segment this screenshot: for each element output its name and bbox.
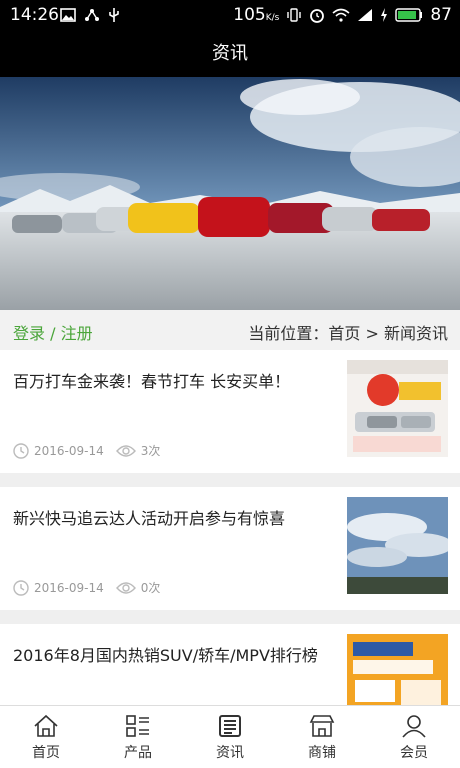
tab-home[interactable]: 首页 xyxy=(0,706,92,768)
clock-icon xyxy=(13,579,29,596)
tab-label: 资讯 xyxy=(216,745,244,761)
tab-label: 产品 xyxy=(124,745,152,761)
news-thumbnail[interactable] xyxy=(347,497,448,594)
bottom-tab-bar: 首页 产品 资讯 商铺 会员 xyxy=(0,705,460,768)
alarm-icon xyxy=(310,9,325,23)
cellular-signal-icon xyxy=(358,9,373,21)
battery-icon xyxy=(395,8,423,22)
news-thumbnail[interactable] xyxy=(347,360,448,457)
home-icon xyxy=(34,714,58,737)
sky-clouds-image xyxy=(347,497,448,594)
page-title: 资讯 xyxy=(212,43,248,64)
tab-news[interactable]: 资讯 xyxy=(184,706,276,768)
status-bar: 14:26 105K/s 87 xyxy=(0,0,460,30)
news-title[interactable]: 百万打车金来袭！春节打车 长安买单！ xyxy=(13,369,333,395)
tab-products[interactable]: 产品 xyxy=(92,706,184,768)
news-icon xyxy=(219,715,241,737)
banner-car-lineup-image xyxy=(0,77,460,310)
wifi-icon xyxy=(332,8,350,22)
banner-image[interactable] xyxy=(0,77,460,310)
product-list-icon xyxy=(126,715,149,737)
list-item[interactable]: 新兴快马追云达人活动开启参与有惊喜 2016-09-14 0次 xyxy=(0,487,460,610)
tab-label: 首页 xyxy=(32,745,60,761)
breadcrumb: 当前位置：首页 > 新闻资讯 xyxy=(248,324,448,343)
member-icon xyxy=(402,715,426,738)
tab-label: 商铺 xyxy=(308,745,336,761)
eye-icon xyxy=(115,581,136,594)
clock-icon xyxy=(13,442,29,459)
news-date: 2016-09-14 xyxy=(34,580,104,595)
tab-label: 会员 xyxy=(400,745,428,761)
charging-icon xyxy=(381,8,388,22)
login-register-link[interactable]: 登录 / 注册 xyxy=(13,320,93,344)
news-list: 百万打车金来袭！春节打车 长安买单！ 2016-09-14 3次 新兴快马追云达… xyxy=(0,350,460,761)
page-title-bar: 资讯 xyxy=(0,30,460,77)
shop-icon xyxy=(309,715,335,737)
vibrate-icon xyxy=(287,8,302,22)
news-views: 3次 xyxy=(140,444,161,458)
promo-poster-image xyxy=(347,360,448,457)
gallery-icon xyxy=(60,8,76,22)
tab-member[interactable]: 会员 xyxy=(368,706,460,768)
usb-icon xyxy=(109,8,119,22)
network-speed: 105K/s xyxy=(233,5,280,25)
list-item[interactable]: 百万打车金来袭！春节打车 长安买单！ 2016-09-14 3次 xyxy=(0,350,460,473)
status-time: 14:26 xyxy=(10,5,59,25)
subheader-bar: 登录 / 注册 当前位置：首页 > 新闻资讯 xyxy=(0,310,460,350)
battery-level: 87 xyxy=(430,5,452,25)
eye-icon xyxy=(115,444,136,457)
news-title[interactable]: 2016年8月国内热销SUV/轿车/MPV排行榜 xyxy=(13,643,333,669)
tab-shop[interactable]: 商铺 xyxy=(276,706,368,768)
news-date: 2016-09-14 xyxy=(34,443,104,458)
network-share-icon xyxy=(85,9,99,21)
news-title[interactable]: 新兴快马追云达人活动开启参与有惊喜 xyxy=(13,506,333,532)
news-views: 0次 xyxy=(140,581,161,595)
